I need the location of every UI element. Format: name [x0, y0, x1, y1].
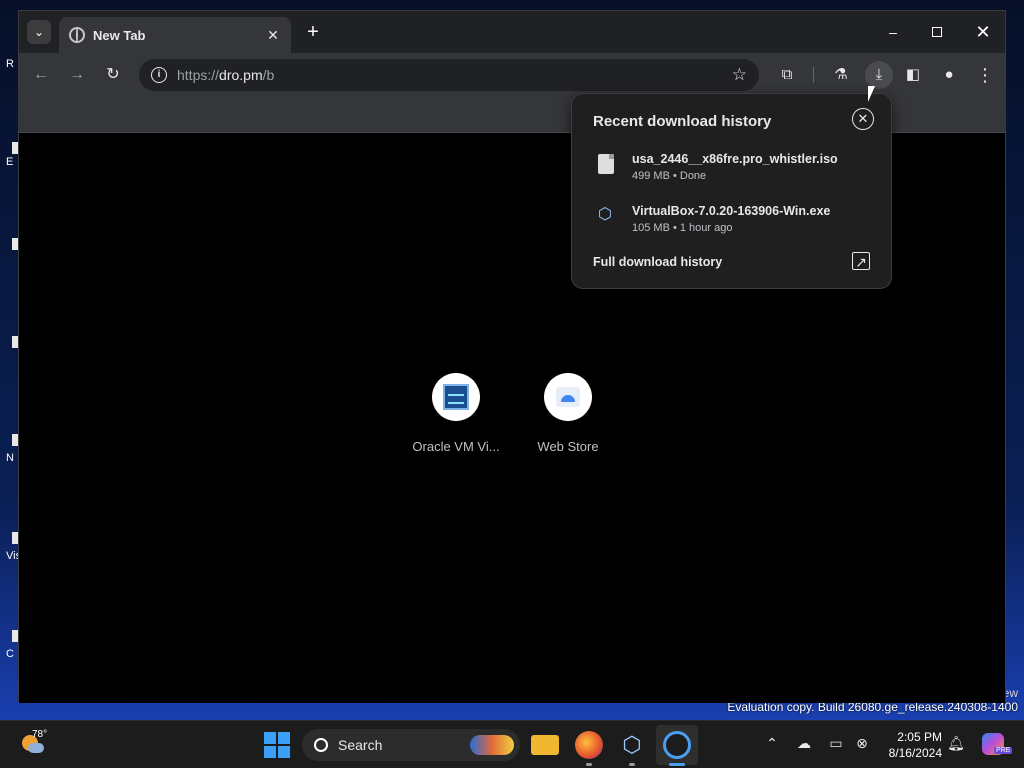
shortcut-label: Oracle VM Vi... [412, 439, 500, 454]
active-indicator [669, 763, 685, 766]
menu-kebab-icon[interactable]: ⋮ [973, 63, 997, 87]
virtualbox-icon[interactable]: ⬡ [618, 731, 646, 759]
running-indicator [586, 763, 592, 766]
open-external-icon[interactable]: ↗ [852, 252, 870, 270]
toolbar-divider [813, 67, 814, 83]
oracle-vm-icon [443, 384, 469, 410]
clock-time: 2:05 PM [897, 730, 942, 744]
onedrive-icon[interactable]: ☁ [794, 735, 814, 752]
start-windows-icon[interactable] [263, 731, 291, 759]
taskbar-search[interactable]: Search [302, 729, 520, 761]
chevron-up-icon[interactable]: ⌃ [762, 735, 782, 752]
network-icon[interactable]: ▭ [826, 735, 846, 752]
full-download-history-link[interactable]: Full download history [593, 255, 722, 269]
taskbar: 78° Search ⬡ ⌃ ☁ ▭ ⊗ 2:05 PM 8/16/2024 🔔… [0, 720, 1024, 768]
virtualbox-icon: ⬡ [598, 206, 612, 223]
tab-title: New Tab [93, 27, 146, 43]
desktop-icon-label[interactable]: E [6, 156, 18, 168]
desktop-icon-label[interactable]: R [6, 58, 18, 70]
minimize-button[interactable]: – [879, 19, 907, 45]
download-filename: usa_2446__x86fre.pro_whistler.iso [632, 152, 838, 166]
extensions-puzzle-icon[interactable]: ⧉ [775, 63, 799, 87]
url-path: /b [262, 67, 275, 83]
tab-search-button[interactable]: ⌄ [27, 20, 51, 44]
close-window-button[interactable]: ✕ [969, 19, 997, 45]
cloud-icon [28, 743, 44, 753]
globe-icon [69, 27, 85, 43]
file-explorer-icon[interactable] [531, 735, 559, 755]
search-icon [314, 738, 328, 752]
firefox-icon[interactable] [575, 731, 603, 759]
running-indicator [629, 763, 635, 766]
close-icon[interactable]: ✕ [852, 108, 874, 130]
download-meta: 499 MB • Done [632, 170, 707, 182]
download-meta: 105 MB • 1 hour ago [632, 222, 733, 234]
reload-icon[interactable]: ↻ [101, 63, 125, 87]
shortcut-tile [432, 373, 480, 421]
bookmark-star-icon[interactable]: ☆ [732, 65, 747, 85]
side-panel-icon[interactable]: ◧ [901, 63, 925, 87]
url-host: dro.pm [219, 67, 263, 83]
maximize-button[interactable] [923, 19, 951, 45]
search-highlight-image [470, 735, 514, 755]
mouse-cursor [868, 86, 875, 102]
clock[interactable]: 2:05 PM 8/16/2024 [884, 729, 942, 761]
shortcut-tile [544, 373, 592, 421]
labs-flask-icon[interactable]: ⚗ [829, 63, 853, 87]
download-filename: VirtualBox-7.0.20-163906-Win.exe [632, 204, 831, 218]
desktop-icon-label[interactable]: Vis [6, 550, 18, 562]
url-scheme: https:// [177, 67, 220, 83]
forward-arrow-icon[interactable]: → [65, 63, 89, 87]
maximize-icon [932, 27, 942, 37]
shortcut-label: Web Store [537, 439, 599, 454]
web-store-icon [556, 387, 580, 407]
bell-icon[interactable]: 🔔︎ [946, 735, 966, 752]
volume-muted-icon[interactable]: ⊗ [852, 735, 872, 752]
popup-title: Recent download history [593, 113, 772, 130]
desktop-icon-label[interactable]: N [6, 452, 18, 464]
tab-new-tab[interactable]: New Tab ✕ [59, 17, 291, 53]
copilot-badge: PRE [994, 747, 1013, 754]
profile-icon[interactable]: ● [937, 63, 961, 87]
address-bar[interactable]: i https:// dro.pm /b ☆ [139, 59, 759, 91]
title-bar: ⌄ New Tab ✕ + – ✕ [19, 11, 1005, 53]
new-tab-button[interactable]: + [301, 20, 325, 44]
file-icon [598, 154, 614, 174]
weather-temperature: 78° [32, 729, 48, 740]
site-info-icon[interactable]: i [151, 67, 167, 83]
desktop-icons-column: R E N Vis C [0, 0, 18, 720]
download-item[interactable]: usa_2446__x86fre.pro_whistler.iso 499 MB… [596, 152, 876, 188]
shortcut-web-store[interactable]: Web Store [513, 373, 623, 454]
back-arrow-icon[interactable]: ← [29, 63, 53, 87]
shortcut-oracle-vm[interactable]: Oracle VM Vi... [401, 373, 511, 454]
desktop-icon-label[interactable]: C [6, 648, 18, 660]
toolbar: ← → ↻ i https:// dro.pm /b ☆ ⧉ ⚗ ⤓ ◧ ● ⋮ [19, 53, 1005, 97]
tab-close-icon[interactable]: ✕ [265, 27, 281, 44]
clock-date: 8/16/2024 [888, 746, 942, 760]
download-item[interactable]: ⬡ VirtualBox-7.0.20-163906-Win.exe 105 M… [596, 204, 876, 240]
chevron-down-icon: ⌄ [33, 25, 45, 39]
download-history-popup: Recent download history ✕ usa_2446__x86f… [571, 93, 892, 289]
download-icon[interactable]: ⤓ [865, 61, 893, 89]
search-label: Search [338, 737, 383, 753]
chrome-icon[interactable] [663, 731, 691, 759]
